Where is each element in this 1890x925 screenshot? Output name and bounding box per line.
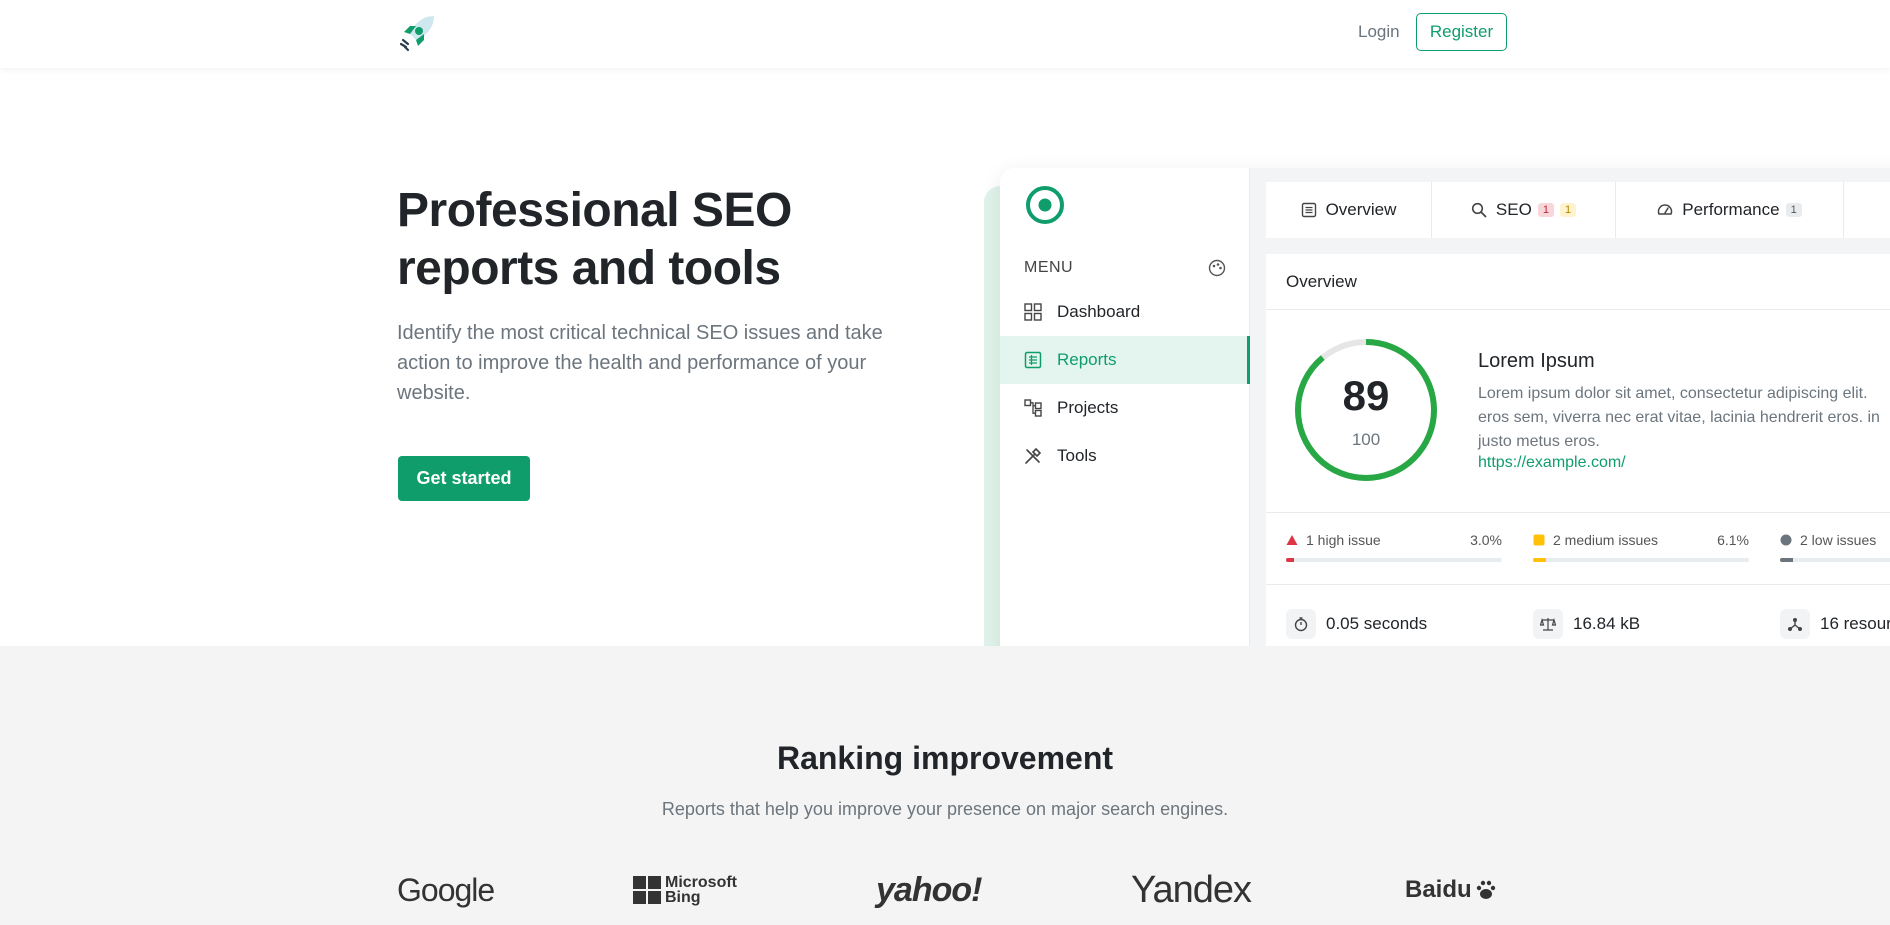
ranking-title: Ranking improvement (776, 740, 1114, 776)
tab-label: Overview (1325, 200, 1397, 219)
site-url-link[interactable]: https://example.com/ (1478, 454, 1626, 472)
scale-icon (1540, 617, 1556, 631)
load-time-stat: 0.05 seconds (1286, 609, 1427, 639)
site-description: Lorem ipsum dolor sit amet, consectetur … (1478, 385, 1880, 450)
yandex-logo: Yandex (1131, 868, 1252, 912)
high-issue-summary[interactable]: 1 high issue 3.0% (1286, 532, 1502, 562)
high-issues-badge: 1 (1537, 203, 1554, 217)
grid-icon (1024, 303, 1042, 321)
engine-name: Yandex (1131, 868, 1252, 911)
engine-name: yahoo! (876, 870, 982, 909)
microsoft-icon (633, 876, 661, 904)
stat-label: 0.05 seconds (1326, 614, 1428, 633)
speedometer-icon (1658, 204, 1673, 215)
stat-label: 16.84 kB (1573, 614, 1641, 633)
score-value: 89 (1342, 372, 1390, 419)
hero-description: Identify the most critical technical SEO… (397, 322, 883, 404)
divider (1266, 512, 1890, 513)
sidebar-item-label: Reports (1057, 350, 1117, 369)
issue-percent: 6.1% (1717, 532, 1749, 548)
report-icon (1301, 202, 1316, 218)
overview-card: Overview 89 100 Lorem Ipsum Lorem ipsum … (1266, 254, 1890, 646)
yahoo-logo: yahoo! (876, 868, 982, 912)
sidebar-item-reports[interactable]: Reports (1000, 336, 1250, 384)
issue-label: 1 high issue (1306, 532, 1381, 548)
sidebar-item-label: Projects (1057, 398, 1119, 417)
get-started-button[interactable]: Get started (398, 456, 530, 501)
paw-icon (1476, 880, 1495, 899)
tools-icon (1025, 447, 1042, 464)
projects-icon (1024, 399, 1042, 417)
tab-seo[interactable]: SEO 1 1 (1432, 182, 1616, 238)
tab-performance[interactable]: Performance 1 (1616, 182, 1844, 238)
register-button[interactable]: Register (1416, 13, 1507, 51)
circle-icon (1780, 534, 1792, 546)
overview-card-heading: Overview (1266, 254, 1890, 310)
sidebar-item-dashboard[interactable]: Dashboard (1000, 288, 1250, 336)
baidu-logo: Baidu (1405, 868, 1497, 912)
palette-icon[interactable] (1208, 259, 1226, 277)
low-issue-summary[interactable]: 2 low issues (1780, 532, 1890, 562)
hero-title: Professional SEO reports and tools (397, 184, 792, 295)
issue-percent: 3.0% (1470, 532, 1502, 548)
hero-section: Professional SEO reports and tools Ident… (0, 68, 1890, 646)
report-icon (1024, 351, 1042, 369)
divider (1266, 584, 1890, 585)
sidebar-item-tools[interactable]: Tools (1000, 432, 1250, 480)
rocket-logo-icon[interactable] (396, 10, 440, 54)
engine-name: Google (397, 871, 495, 908)
report-tabs: Overview SEO 1 1 Performance 1 (1266, 182, 1890, 238)
page-size-stat: 16.84 kB (1533, 609, 1640, 639)
score-max: 100 (1351, 430, 1381, 449)
issue-label: 2 medium issues (1553, 532, 1659, 548)
issue-label: 2 low issues (1800, 532, 1877, 548)
resources-stat: 16 resources (1780, 609, 1890, 639)
nodes-icon (1788, 618, 1802, 631)
login-link[interactable]: Login (1358, 22, 1400, 42)
top-navbar: Login Register (0, 0, 1890, 68)
app-logo-icon (1026, 186, 1064, 224)
sidebar-item-label: Tools (1057, 446, 1097, 465)
ranking-subtitle: Reports that help you improve your prese… (661, 799, 1229, 819)
stopwatch-icon (1294, 617, 1308, 632)
google-logo: Google (397, 868, 495, 912)
engine-name: Baidu (1405, 876, 1472, 903)
stat-label: 16 resources (1820, 614, 1890, 633)
ranking-section: Ranking improvement Reports that help yo… (0, 646, 1890, 925)
medium-issues-badge: 1 (1559, 203, 1577, 217)
issue-bar (1286, 558, 1294, 562)
menu-label: MENU (1024, 259, 1074, 276)
sidebar-item-label: Dashboard (1057, 302, 1141, 321)
tab-overview[interactable]: Overview (1266, 182, 1432, 238)
issue-bar (1780, 558, 1794, 562)
sidebar-item-projects[interactable]: Projects (1000, 384, 1250, 432)
search-icon (1471, 202, 1487, 218)
tab-more[interactable] (1844, 182, 1890, 238)
tab-label: Performance (1682, 200, 1780, 219)
square-icon (1533, 534, 1545, 546)
warning-triangle-icon (1286, 535, 1298, 545)
microsoft-bing-logo: Microsoft Bing (633, 868, 741, 912)
medium-issue-summary[interactable]: 2 medium issues 6.1% (1533, 532, 1749, 562)
app-preview: MENU Dashboard Reports Projects Tools Ov… (1000, 168, 1890, 646)
tab-label: SEO (1495, 200, 1532, 219)
performance-issues-badge: 1 (1785, 203, 1802, 217)
engine-name: Microsoft Bing (665, 874, 737, 906)
app-sidebar: MENU Dashboard Reports Projects Tools (1000, 168, 1250, 646)
issue-bar (1533, 558, 1547, 562)
site-title: Lorem Ipsum (1478, 350, 1595, 372)
